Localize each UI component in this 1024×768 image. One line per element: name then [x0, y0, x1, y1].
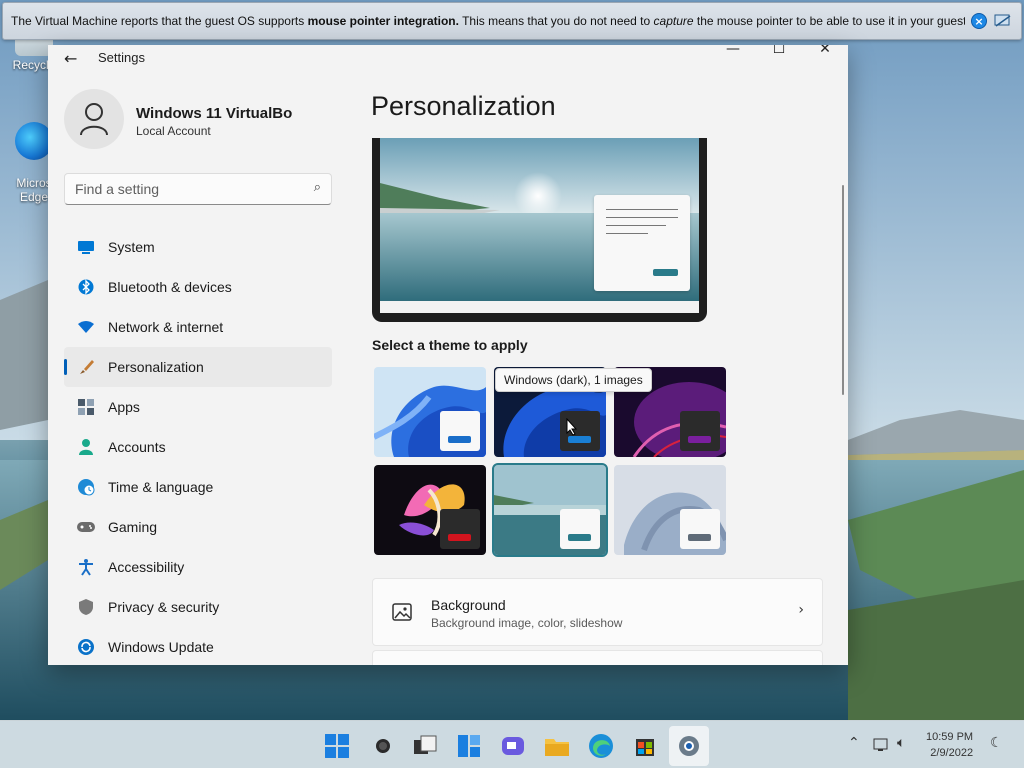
desktop-icon-label: Micros Edge	[16, 176, 52, 204]
update-icon	[76, 637, 96, 657]
task-view-icon[interactable]	[412, 733, 438, 759]
person-icon	[80, 103, 108, 136]
clock[interactable]: 10:59 PM 2/9/2022	[926, 729, 973, 761]
sidebar-item-label: Bluetooth & devices	[108, 279, 232, 295]
sidebar-item-system[interactable]: System	[64, 227, 332, 267]
chevron-right-icon: ›	[798, 602, 804, 618]
vbox-notification-text: The Virtual Machine reports that the gue…	[11, 14, 965, 28]
widgets-icon[interactable]	[456, 733, 482, 759]
sidebar-item-label: Accounts	[108, 439, 166, 455]
back-arrow-icon[interactable]: ←	[64, 49, 77, 68]
theme-tile-windows-light[interactable]	[374, 367, 486, 457]
search-icon[interactable]: ⌕	[314, 180, 321, 195]
background-settings-card[interactable]: Background Background image, color, slid…	[372, 578, 823, 646]
theme-section-label: Select a theme to apply	[372, 337, 528, 353]
page-title: Personalization	[371, 91, 556, 121]
sidebar-item-gaming[interactable]: Gaming	[64, 507, 332, 547]
sidebar-item-label: Accessibility	[108, 559, 185, 575]
sidebar-item-personalization[interactable]: Personalization	[64, 347, 332, 387]
sidebar-item-label: Windows Update	[108, 639, 214, 655]
sidebar-item-network-internet[interactable]: Network & internet	[64, 307, 332, 347]
theme-preview	[372, 138, 707, 322]
title-bar: ← Settings — ☐ ✕	[48, 45, 848, 73]
brush-icon	[76, 357, 96, 377]
monitor-icon	[76, 237, 96, 257]
volume-icon[interactable]: 🔈︎	[897, 735, 905, 751]
content-pane: Select a theme to apply Windows (dark), …	[371, 138, 831, 665]
theme-tooltip: Windows (dark), 1 images	[495, 368, 652, 392]
search-input[interactable]	[65, 174, 295, 204]
globe-clock-icon	[76, 477, 96, 497]
avatar[interactable]	[64, 89, 124, 149]
bluetooth-icon	[76, 277, 96, 297]
sidebar-nav: System Bluetooth & devices Network & inter…	[64, 227, 332, 665]
sidebar-item-windows-update[interactable]: Windows Update	[64, 627, 332, 665]
start-icon[interactable]	[324, 733, 350, 759]
settings-app-icon[interactable]	[676, 733, 702, 759]
search-icon[interactable]	[370, 733, 396, 759]
sidebar-item-apps[interactable]: Apps	[64, 387, 332, 427]
apps-icon	[76, 397, 96, 417]
taskbar: ⌃ 🔈︎ 10:59 PM 2/9/2022 ☾	[0, 720, 1024, 768]
search-box[interactable]: ⌕	[64, 173, 332, 205]
gamepad-icon	[76, 517, 96, 537]
window-title: Settings	[98, 50, 145, 65]
sidebar-item-accessibility[interactable]: Accessibility	[64, 547, 332, 587]
mute-notification-icon[interactable]	[993, 13, 1013, 29]
sidebar-item-time-language[interactable]: Time & language	[64, 467, 332, 507]
sidebar-item-label: Time & language	[108, 479, 214, 495]
store-icon[interactable]	[632, 733, 658, 759]
settings-window: ← Settings — ☐ ✕ Windows 11 VirtualBo Lo…	[48, 45, 848, 665]
sidebar-item-privacy-security[interactable]: Privacy & security	[64, 587, 332, 627]
profile-account-type: Local Account	[136, 124, 211, 138]
profile-name: Windows 11 VirtualBo	[136, 105, 293, 122]
mouse-cursor-icon	[566, 418, 578, 436]
preview-window	[594, 195, 690, 291]
sidebar-item-accounts[interactable]: Accounts	[64, 427, 332, 467]
close-notification-icon[interactable]: ×	[971, 13, 987, 29]
edge-icon[interactable]	[588, 733, 614, 759]
card-title: Background	[431, 597, 506, 613]
person-icon	[76, 437, 96, 457]
vbox-notification-bar: The Virtual Machine reports that the gue…	[2, 2, 1022, 40]
scrollbar[interactable]	[842, 185, 844, 395]
file-explorer-icon[interactable]	[544, 733, 570, 759]
notifications-icon[interactable]: ☾	[990, 735, 1003, 751]
sidebar-item-bluetooth-devices[interactable]: Bluetooth & devices	[64, 267, 332, 307]
chat-icon[interactable]	[500, 733, 526, 759]
card-subtitle: Background image, color, slideshow	[431, 616, 623, 630]
image-icon	[392, 603, 412, 621]
maximize-button[interactable]: ☐	[756, 45, 802, 67]
sidebar-item-label: Apps	[108, 399, 140, 415]
sidebar-item-label: Gaming	[108, 519, 158, 535]
theme-tile-sunrise[interactable]	[492, 463, 608, 557]
network-icon[interactable]	[873, 737, 891, 753]
minimize-button[interactable]: —	[710, 45, 756, 67]
close-button[interactable]: ✕	[802, 45, 848, 67]
accessibility-icon	[76, 557, 96, 577]
clock-time: 10:59 PM	[926, 731, 974, 743]
theme-tile-flow[interactable]	[614, 465, 726, 555]
shield-icon	[76, 597, 96, 617]
theme-tile-captured-motion[interactable]	[374, 465, 486, 555]
sidebar-item-label: System	[108, 239, 155, 255]
next-settings-card[interactable]	[372, 650, 823, 665]
clock-date: 2/9/2022	[930, 747, 974, 759]
sidebar-item-label: Personalization	[108, 359, 204, 375]
wifi-icon	[76, 317, 96, 337]
show-hidden-icons-icon[interactable]: ⌃	[848, 735, 860, 751]
sidebar-item-label: Privacy & security	[108, 599, 220, 615]
sidebar-item-label: Network & internet	[108, 319, 224, 335]
